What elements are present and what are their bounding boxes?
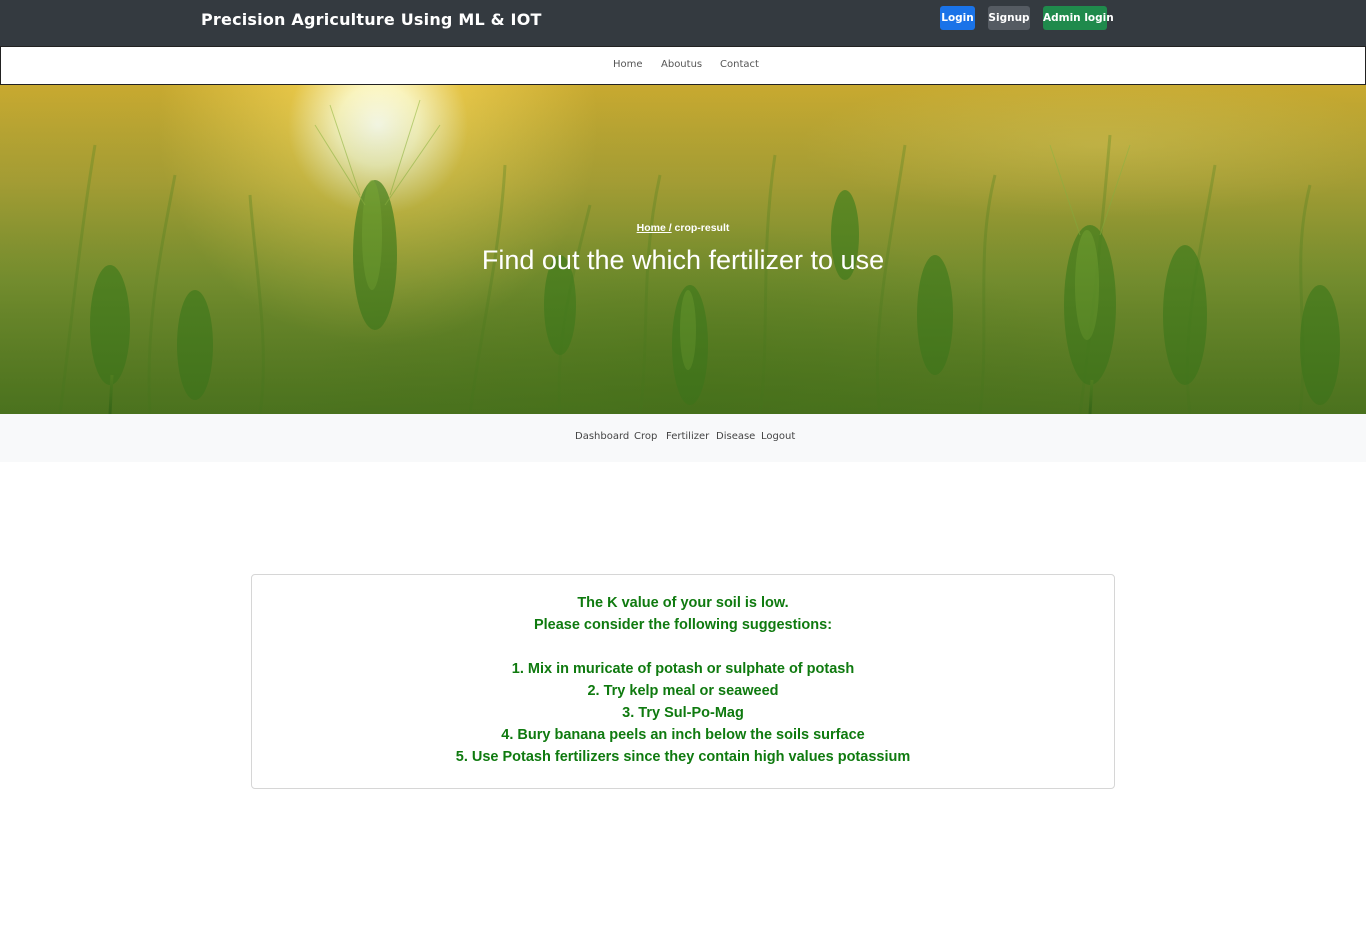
admin-login-button[interactable]: Admin login bbox=[1043, 6, 1114, 30]
suggestion-item: 1. Mix in muricate of potash or sulphate… bbox=[511, 661, 855, 677]
subnav-item-logout[interactable]: Logout bbox=[761, 431, 795, 442]
dashboard-nav: Dashboard Crop Fertilizer Disease Logout bbox=[0, 414, 1366, 462]
suggestion-item: 5. Use Potash fertilizers since they con… bbox=[455, 749, 911, 765]
subnav-item-crop[interactable]: Crop bbox=[634, 431, 657, 442]
nav-item-home[interactable]: Home bbox=[613, 59, 643, 70]
subnav-item-dashboard[interactable]: Dashboard bbox=[575, 431, 629, 442]
brand-title: Precision Agriculture Using ML & IOT bbox=[201, 10, 542, 29]
nav-item-aboutus[interactable]: Aboutus bbox=[661, 59, 702, 70]
hero-banner: Home / crop-result Find out the which fe… bbox=[0, 85, 1366, 414]
subnav-item-disease[interactable]: Disease bbox=[716, 431, 755, 442]
subnav-item-fertilizer[interactable]: Fertilizer bbox=[666, 431, 709, 442]
signup-button[interactable]: Signup bbox=[988, 6, 1030, 30]
top-header: Precision Agriculture Using ML & IOT Log… bbox=[0, 0, 1366, 46]
breadcrumb-current: crop-result bbox=[674, 222, 730, 234]
nav-item-contact[interactable]: Contact bbox=[720, 59, 759, 70]
breadcrumb: Home / crop-result bbox=[0, 222, 1366, 234]
suggestion-item: 2. Try kelp meal or seaweed bbox=[587, 683, 779, 699]
result-heading: The K value of your soil is low. bbox=[577, 595, 789, 611]
login-button[interactable]: Login bbox=[940, 6, 975, 30]
suggestion-item: 4. Bury banana peels an inch below the s… bbox=[501, 727, 865, 743]
suggestion-item: 3. Try Sul-Po-Mag bbox=[622, 705, 744, 721]
page-title: Find out the which fertilizer to use bbox=[481, 245, 885, 275]
breadcrumb-home-link[interactable]: Home / bbox=[637, 222, 672, 234]
fertilizer-result-card: The K value of your soil is low. Please … bbox=[251, 574, 1115, 789]
result-intro: Please consider the following suggestion… bbox=[533, 617, 833, 633]
main-nav: Home Aboutus Contact bbox=[0, 46, 1366, 85]
